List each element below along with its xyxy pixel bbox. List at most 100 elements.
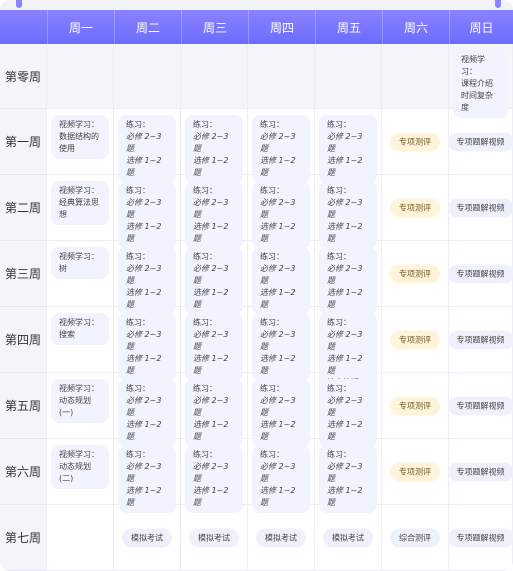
day-cell[interactable] bbox=[248, 44, 315, 109]
review-pill[interactable]: 专项测评 bbox=[390, 396, 440, 415]
day-cell[interactable]: 模拟考试 bbox=[114, 505, 181, 571]
review-pill[interactable]: 专项测评 bbox=[390, 330, 440, 349]
day-cell[interactable]: 练习： 必修 2~3 题选修 1~2 题 bbox=[248, 439, 315, 513]
practice-card[interactable]: 练习： 必修 2~3 题选修 1~2 题 bbox=[118, 247, 176, 315]
review-pill[interactable]: 专项测评 bbox=[390, 462, 440, 481]
day-cell[interactable] bbox=[47, 505, 114, 571]
day-cell[interactable] bbox=[181, 44, 248, 109]
day-cell[interactable]: 专项题解视频 bbox=[447, 373, 513, 439]
day-cell[interactable]: 专项题解视频 bbox=[447, 109, 513, 175]
practice-card[interactable]: 练习： 必修 2~3 题选修 1~2 题 bbox=[185, 313, 243, 381]
day-cell[interactable]: 视频学习： 动态规划(一) bbox=[47, 373, 114, 439]
day-cell[interactable] bbox=[114, 44, 181, 109]
day-cell[interactable]: 练习： 必修 2~3 题选修 1~2 题 bbox=[181, 175, 248, 249]
practice-card[interactable]: 练习： 必修 2~3 题选修 1~2 题 bbox=[118, 115, 176, 183]
video-lesson-card[interactable]: 视频学习： 动态规划(一) bbox=[51, 379, 109, 423]
video-pill[interactable]: 专项题解视频 bbox=[447, 330, 513, 349]
day-cell[interactable] bbox=[47, 44, 114, 109]
review-pill[interactable]: 专项测评 bbox=[390, 132, 440, 151]
final-pill[interactable]: 综合测评 bbox=[390, 528, 440, 547]
practice-card[interactable]: 练习： 必修 2~3 题选修 1~2 题 bbox=[252, 445, 310, 513]
practice-card[interactable]: 练习： 必修 2~3 题选修 1~2 题 bbox=[185, 445, 243, 513]
practice-card[interactable]: 练习： 必修 2~3 题选修 1~2 题 bbox=[319, 247, 377, 315]
video-pill[interactable]: 专项题解视频 bbox=[447, 264, 513, 283]
practice-card[interactable]: 练习： 必修 2~3 题选修 1~2 题 bbox=[185, 181, 243, 249]
video-pill[interactable]: 专项题解视频 bbox=[447, 528, 513, 547]
day-cell[interactable]: 专项题解视频 bbox=[447, 241, 513, 307]
video-pill[interactable]: 专项题解视频 bbox=[447, 462, 513, 481]
day-cell[interactable]: 练习： 必修 2~3 题选修 1~2 题 bbox=[315, 109, 382, 183]
mock-pill[interactable]: 模拟考试 bbox=[323, 528, 373, 547]
practice-card[interactable]: 练习： 必修 2~3 题选修 1~2 题 bbox=[319, 445, 377, 513]
day-cell[interactable]: 练习： 必修 2~3 题选修 1~2 题 bbox=[114, 439, 181, 513]
video-pill[interactable]: 专项题解视频 bbox=[447, 198, 513, 217]
day-cell[interactable]: 练习： 必修 2~3 题选修 1~2 题 bbox=[315, 439, 382, 513]
day-cell[interactable]: 专项测评 bbox=[382, 241, 449, 307]
practice-card[interactable]: 练习： 必修 2~3 题选修 1~2 题 bbox=[185, 247, 243, 315]
practice-card[interactable]: 练习： 必修 2~3 题选修 1~2 题 bbox=[185, 115, 243, 183]
practice-card[interactable]: 练习： 必修 2~3 题选修 1~2 题 bbox=[118, 379, 176, 447]
practice-card[interactable]: 练习： 必修 2~3 题选修 1~2 题 bbox=[118, 313, 176, 381]
day-cell[interactable]: 练习： 必修 2~3 题选修 1~2 题 bbox=[114, 175, 181, 249]
video-lesson-card[interactable]: 视频学习：树 bbox=[51, 247, 109, 279]
day-cell[interactable]: 练习： 必修 2~3 题选修 1~2 题 bbox=[248, 373, 315, 447]
video-pill[interactable]: 专项题解视频 bbox=[447, 396, 513, 415]
day-cell[interactable]: 练习： 必修 2~3 题选修 1~2 题 bbox=[315, 241, 382, 315]
video-lesson-card[interactable]: 视频学习： 搜索 bbox=[51, 313, 109, 345]
practice-card[interactable]: 练习： 必修 2~3 题选修 1~2 题 bbox=[319, 115, 377, 183]
day-cell[interactable]: 综合测评 bbox=[382, 505, 449, 571]
mock-pill[interactable]: 模拟考试 bbox=[122, 528, 172, 547]
day-cell[interactable]: 专项题解视频 bbox=[447, 439, 513, 505]
day-cell[interactable]: 练习： 必修 2~3 题选修 1~2 题 bbox=[114, 109, 181, 183]
day-cell[interactable]: 模拟考试 bbox=[315, 505, 382, 571]
day-cell[interactable]: 练习： 必修 2~3 题选修 1~2 题 bbox=[181, 373, 248, 447]
practice-card[interactable]: 练习： 必修 2~3 题选修 1~2 题 bbox=[319, 181, 377, 249]
day-cell[interactable]: 专项题解视频 bbox=[447, 175, 513, 241]
day-cell[interactable]: 视频学习： 经典算法思想 bbox=[47, 175, 114, 241]
day-cell[interactable] bbox=[315, 44, 382, 109]
day-cell[interactable]: 专项题解视频 bbox=[447, 505, 513, 571]
day-cell[interactable]: 练习： 必修 2~3 题选修 1~2 题 bbox=[181, 307, 248, 381]
day-cell[interactable]: 专项测评 bbox=[382, 109, 449, 175]
review-pill[interactable]: 专项测评 bbox=[390, 198, 440, 217]
day-cell[interactable]: 视频学习： 动态规划(二) bbox=[47, 439, 114, 505]
video-lesson-card[interactable]: 视频学习： 经典算法思想 bbox=[51, 181, 109, 225]
day-cell[interactable]: 练习： 必修 2~3 题选修 1~2 题 bbox=[114, 307, 181, 381]
day-cell[interactable]: 练习： 必修 2~3 题选修 1~2 题 bbox=[114, 241, 181, 315]
practice-card[interactable]: 练习： 必修 2~3 题选修 1~2 题 bbox=[185, 379, 243, 447]
day-cell[interactable]: 练习： 必修 2~3 题选修 1~2 题 bbox=[248, 241, 315, 315]
day-cell[interactable]: 练习： 必修 2~3 题选修 1~2 题 bbox=[315, 175, 382, 249]
day-cell[interactable]: 练习： 必修 2~3 题选修 1~2 题 bbox=[315, 373, 382, 447]
practice-card[interactable]: 练习： 必修 2~3 题选修 1~2 题 bbox=[118, 181, 176, 249]
day-cell[interactable]: 练习： 必修 2~3 题选修 1~2 题 bbox=[248, 175, 315, 249]
practice-card[interactable]: 练习： 必修 2~3 题选修 1~2 题 bbox=[118, 445, 176, 513]
day-cell[interactable]: 练习： 必修 2~3 题选修 1~2 题 bbox=[181, 109, 248, 183]
day-cell[interactable]: 视频学习： 课程介绍 时间复杂度 bbox=[449, 44, 513, 118]
day-cell[interactable]: 视频学习： 数据结构的 使用 bbox=[47, 109, 114, 175]
day-cell[interactable]: 练习： 必修 2~3 题选修 1~2 题 bbox=[114, 373, 181, 447]
day-cell[interactable]: 模拟考试 bbox=[181, 505, 248, 571]
video-lesson-card[interactable]: 视频学习： 课程介绍 时间复杂度 bbox=[453, 50, 508, 118]
day-cell[interactable]: 练习：必修 2~3 题选修 1~2 题综合答疑 bbox=[315, 307, 382, 393]
day-cell[interactable]: 专项测评 bbox=[382, 373, 449, 439]
practice-card[interactable]: 练习： 必修 2~3 题选修 1~2 题 bbox=[252, 313, 310, 381]
day-cell[interactable]: 专项测评 bbox=[382, 439, 449, 505]
day-cell[interactable]: 专项题解视频 bbox=[447, 307, 513, 373]
practice-card[interactable]: 练习： 必修 2~3 题选修 1~2 题 bbox=[319, 379, 377, 447]
mock-pill[interactable]: 模拟考试 bbox=[189, 528, 239, 547]
mock-pill[interactable]: 模拟考试 bbox=[256, 528, 306, 547]
day-cell[interactable]: 专项测评 bbox=[382, 175, 449, 241]
video-lesson-card[interactable]: 视频学习： 动态规划(二) bbox=[51, 445, 109, 489]
practice-card[interactable]: 练习： 必修 2~3 题选修 1~2 题 bbox=[252, 115, 310, 183]
practice-card[interactable]: 练习： 必修 2~3 题选修 1~2 题 bbox=[252, 247, 310, 315]
video-lesson-card[interactable]: 视频学习： 数据结构的 使用 bbox=[51, 115, 109, 159]
day-cell[interactable]: 专项测评 bbox=[382, 307, 449, 373]
day-cell[interactable]: 练习： 必修 2~3 题选修 1~2 题 bbox=[248, 307, 315, 381]
video-pill[interactable]: 专项题解视频 bbox=[447, 132, 513, 151]
practice-card[interactable]: 练习： 必修 2~3 题选修 1~2 题 bbox=[252, 379, 310, 447]
day-cell[interactable]: 视频学习： 搜索 bbox=[47, 307, 114, 373]
day-cell[interactable] bbox=[382, 44, 449, 109]
day-cell[interactable]: 练习： 必修 2~3 题选修 1~2 题 bbox=[181, 241, 248, 315]
day-cell[interactable]: 练习： 必修 2~3 题选修 1~2 题 bbox=[248, 109, 315, 183]
day-cell[interactable]: 模拟考试 bbox=[248, 505, 315, 571]
